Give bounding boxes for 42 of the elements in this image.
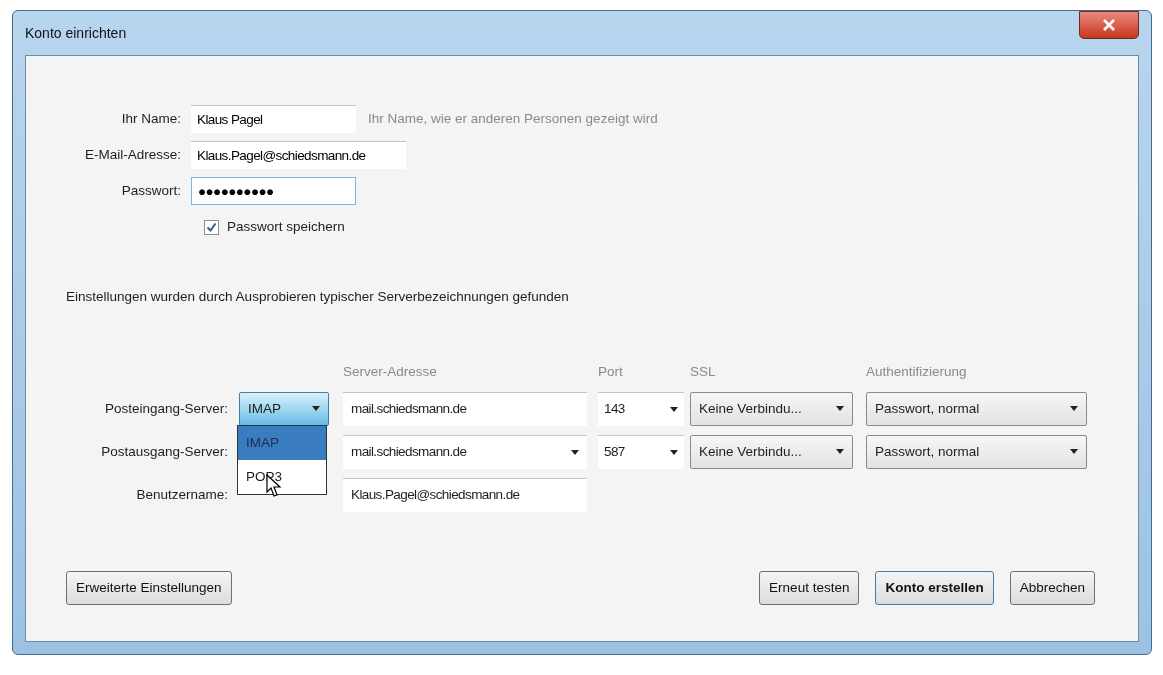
checkbox-label: Passwort speichern — [227, 217, 345, 236]
field-label: Posteingang-Server: — [104, 399, 228, 418]
caret-icon — [312, 406, 320, 412]
close-icon — [1102, 19, 1116, 31]
auth-dropdown[interactable]: Passwort, normal — [866, 391, 1087, 426]
input-field[interactable]: Klaus Pagel — [191, 105, 356, 133]
hint-text: Ihr Name, wie er anderen Personen gezeigt wird — [367, 109, 658, 128]
caret-icon — [571, 449, 579, 455]
field-label: Ihr Name: — [120, 109, 182, 128]
status-message: Einstellungen wurden durch Ausprobieren typischer Serverbezeichnungen gefunden — [66, 288, 570, 306]
caret-icon — [1070, 406, 1078, 412]
input-field[interactable]: ●●●●●●●●●● — [191, 177, 356, 205]
input-field[interactable]: Klaus.Pagel@schiedsmann.de — [191, 141, 406, 169]
close-button[interactable] — [1079, 11, 1139, 39]
checkbox[interactable] — [204, 219, 219, 235]
column-header: Server-Adresse — [343, 363, 437, 382]
ssl-dropdown[interactable]: Keine Verbindu... — [690, 434, 853, 469]
dialog-button[interactable]: Erweiterte Einstellungen — [66, 571, 232, 605]
server-address-field[interactable]: mail.schiedsmann.de — [343, 391, 587, 426]
column-header: Port — [598, 363, 623, 382]
dialog-button[interactable]: Abbrechen — [1009, 571, 1095, 605]
port-dropdown[interactable]: 587 — [598, 434, 684, 469]
caret-icon — [670, 406, 678, 412]
auth-dropdown[interactable]: Passwort, normal — [866, 434, 1087, 469]
port-dropdown[interactable]: 143 — [598, 391, 684, 426]
ssl-dropdown[interactable]: Keine Verbindu... — [690, 391, 853, 426]
field-label: E-Mail-Adresse: — [83, 145, 182, 164]
column-header: Authentifizierung — [866, 363, 967, 382]
field-label: Postausgang-Server: — [101, 442, 228, 461]
field-label: Passwort: — [120, 181, 182, 200]
column-header: SSL — [690, 363, 716, 382]
server-address-field[interactable]: mail.schiedsmann.de — [343, 434, 587, 469]
caret-icon — [836, 449, 844, 455]
protocol-dropdown[interactable]: IMAP — [239, 391, 329, 426]
field-label: Benutzername: — [136, 485, 228, 504]
caret-icon — [836, 406, 844, 412]
dialog-button[interactable]: Konto erstellen — [875, 571, 994, 605]
dialog-button[interactable]: Erneut testen — [759, 571, 860, 605]
caret-icon — [670, 449, 678, 455]
window-title: Konto einrichten — [25, 23, 127, 43]
caret-icon — [1070, 449, 1078, 455]
username-field[interactable]: Klaus.Pagel@schiedsmann.de — [343, 477, 587, 512]
